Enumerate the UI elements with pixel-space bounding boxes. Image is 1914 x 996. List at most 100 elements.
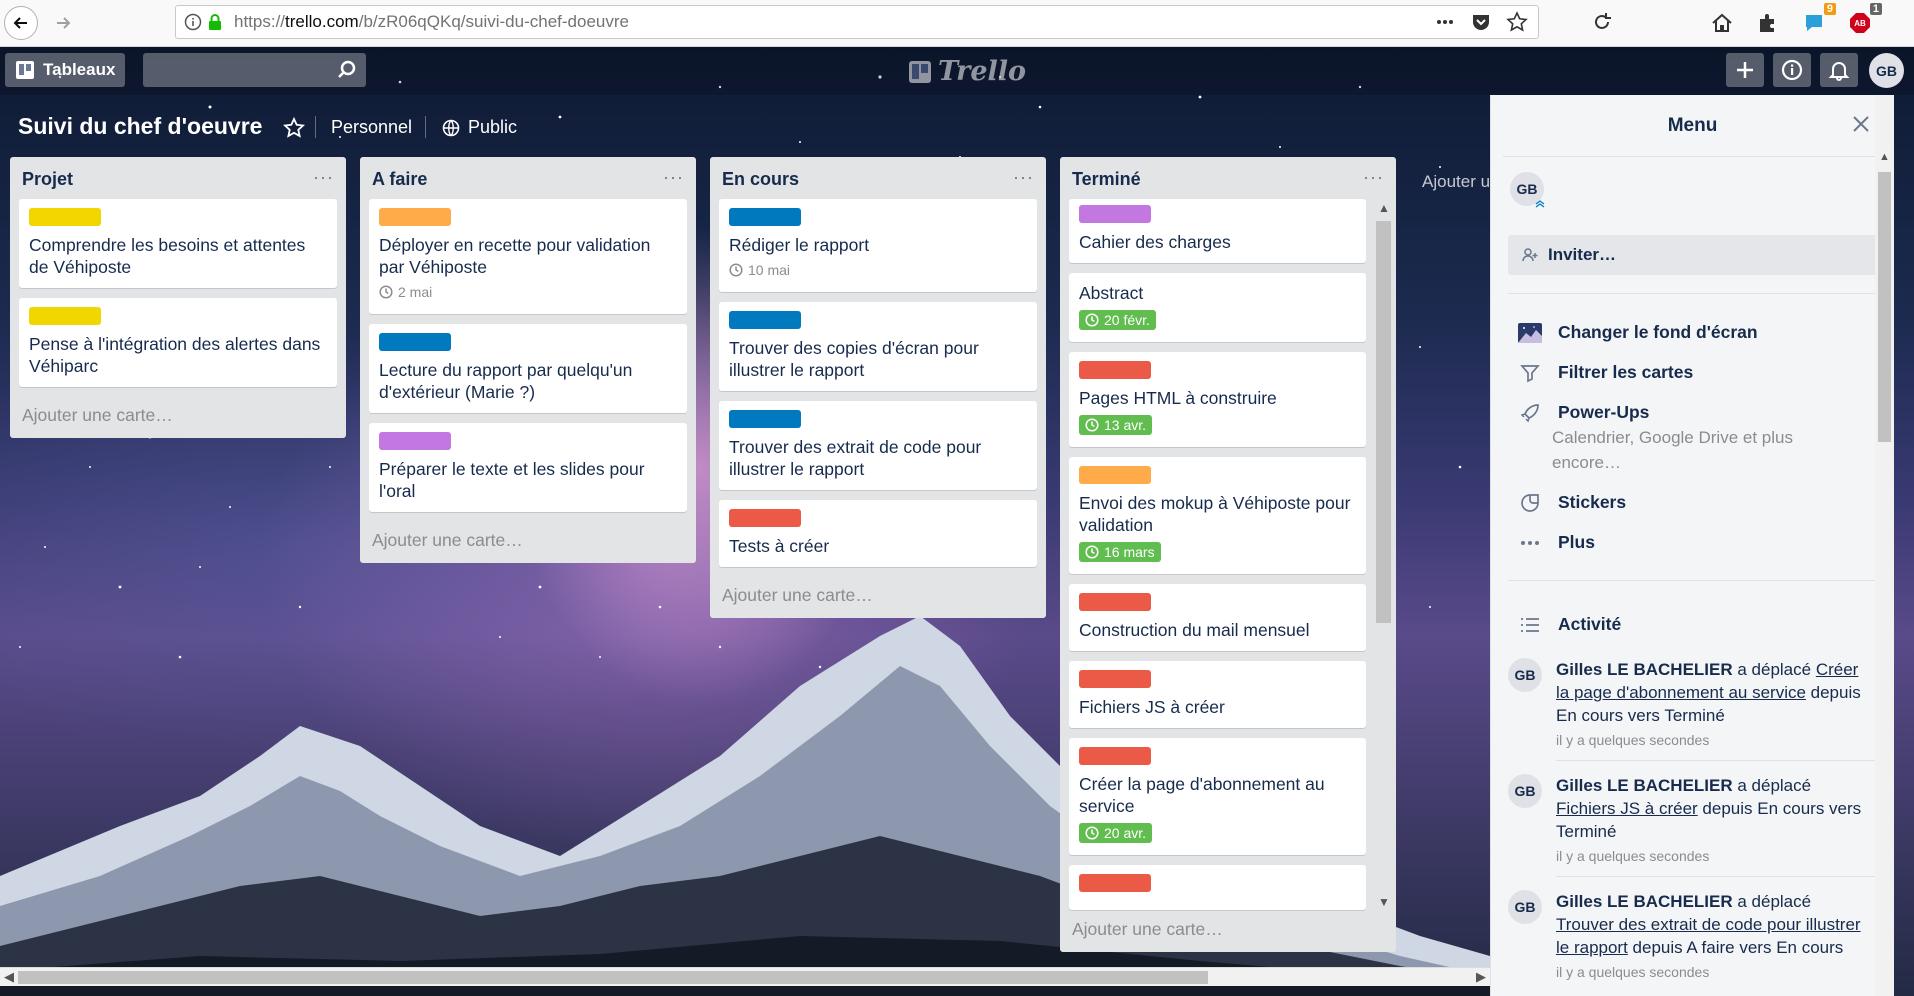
- admin-chevron-icon: [1535, 200, 1545, 208]
- card[interactable]: Pages HTML à construire 13 avr.: [1069, 352, 1366, 447]
- list-header[interactable]: Terminé ···: [1060, 157, 1396, 199]
- card[interactable]: Construction du mail mensuel: [1069, 584, 1366, 651]
- add-card-button[interactable]: Ajouter une carte…: [710, 577, 1046, 618]
- visibility-button[interactable]: Public: [442, 117, 517, 138]
- menu-item-filter[interactable]: Filtrer les cartes: [1518, 362, 1693, 384]
- card[interactable]: [1069, 865, 1366, 910]
- notifications-button[interactable]: [1820, 53, 1858, 87]
- trello-logo[interactable]: Trello: [908, 56, 1026, 87]
- pocket-icon[interactable]: [1470, 11, 1492, 33]
- scrollbar-thumb[interactable]: [18, 971, 1208, 984]
- back-button[interactable]: [4, 6, 38, 40]
- divider: [1556, 876, 1882, 877]
- scrollbar-thumb[interactable]: [1376, 221, 1391, 623]
- list-menu-icon[interactable]: ···: [1013, 167, 1034, 188]
- card[interactable]: Pense à l'intégration des alertes dans V…: [19, 298, 337, 387]
- menu-item-background[interactable]: Changer le fond d'écran: [1518, 322, 1758, 344]
- list-header[interactable]: Projet ···: [10, 157, 346, 199]
- search-icon[interactable]: [336, 59, 358, 81]
- list-title[interactable]: Terminé: [1072, 169, 1384, 190]
- card[interactable]: Envoi des mokup à Véhiposte pour validat…: [1069, 457, 1366, 574]
- search-field[interactable]: [143, 53, 366, 87]
- notification-extension-icon[interactable]: 9: [1800, 3, 1836, 37]
- team-button[interactable]: Personnel: [331, 117, 412, 138]
- card[interactable]: Préparer le texte et les slides pour l'o…: [369, 423, 687, 512]
- card[interactable]: Lecture du rapport par quelqu'un d'extér…: [369, 324, 687, 413]
- search-input[interactable]: [143, 53, 323, 87]
- card[interactable]: Tests à créer: [719, 500, 1037, 567]
- filter-icon: [1518, 362, 1542, 384]
- list-title[interactable]: Projet: [22, 169, 334, 190]
- add-card-button[interactable]: Ajouter une carte…: [360, 522, 696, 563]
- add-list-button[interactable]: Ajouter u: [1422, 172, 1490, 192]
- add-button[interactable]: [1726, 53, 1764, 87]
- activity-header[interactable]: Activité: [1518, 614, 1621, 636]
- menu-scrollbar[interactable]: ▲: [1875, 95, 1894, 996]
- rocket-icon: [1518, 402, 1542, 424]
- activity-card-link[interactable]: Fichiers JS à créer: [1556, 799, 1698, 818]
- card[interactable]: Créer la page d'abonnement au service 20…: [1069, 738, 1366, 855]
- list-menu-icon[interactable]: ···: [1363, 167, 1384, 188]
- member-avatar[interactable]: GB: [1869, 53, 1904, 88]
- boards-icon: [16, 61, 34, 79]
- adblock-icon[interactable]: AB 1: [1846, 3, 1882, 37]
- list-en-cours: En cours ··· Rédiger le rapport 10 mai T…: [710, 157, 1046, 618]
- list-title[interactable]: En cours: [722, 169, 1034, 190]
- due-date-text: 2 mai: [398, 284, 433, 300]
- scroll-up-icon[interactable]: ▲: [1378, 201, 1390, 215]
- activity-user[interactable]: Gilles LE BACHELIER: [1556, 776, 1733, 795]
- member-avatar[interactable]: GB: [1508, 658, 1542, 692]
- list-menu-icon[interactable]: ···: [663, 167, 684, 188]
- close-icon[interactable]: [1850, 113, 1872, 135]
- member-avatar[interactable]: GB: [1508, 890, 1542, 924]
- address-bar[interactable]: https://trello.com/b/zR06qQKq/suivi-du-c…: [175, 5, 1539, 39]
- star-icon[interactable]: [283, 117, 305, 139]
- list-title[interactable]: A faire: [372, 169, 684, 190]
- forward-button[interactable]: [46, 6, 80, 40]
- card[interactable]: Abstract 20 févr.: [1069, 273, 1366, 342]
- card[interactable]: Cahier des charges: [1069, 199, 1366, 263]
- menu-item-label: Filtrer les cartes: [1558, 362, 1694, 382]
- card[interactable]: Trouver des copies d'écran pour illustre…: [719, 302, 1037, 391]
- scroll-right-icon[interactable]: ▶: [1476, 969, 1486, 985]
- boards-button[interactable]: Tableaux: [5, 53, 126, 87]
- card[interactable]: Trouver des extrait de code pour illustr…: [719, 401, 1037, 490]
- home-icon[interactable]: [1708, 9, 1736, 37]
- activity-time[interactable]: il y a quelques secondes: [1556, 845, 1868, 868]
- list-scrollbar[interactable]: ▲ ▼: [1374, 199, 1393, 911]
- list-menu-icon[interactable]: ···: [313, 167, 334, 188]
- activity-time[interactable]: il y a quelques secondes: [1556, 961, 1868, 984]
- board-title[interactable]: Suivi du chef d'oeuvre: [18, 113, 262, 140]
- scroll-left-icon[interactable]: ◀: [4, 969, 14, 985]
- page-actions-icon[interactable]: [1434, 11, 1456, 33]
- list-termine: Terminé ··· Cahier des charges Abstract …: [1060, 157, 1396, 952]
- menu-item-more[interactable]: Plus: [1518, 532, 1595, 554]
- board-horizontal-scrollbar[interactable]: ◀ ▶: [0, 967, 1490, 986]
- menu-item-stickers[interactable]: Stickers: [1518, 492, 1626, 514]
- activity-time[interactable]: il y a quelques secondes: [1556, 729, 1868, 752]
- invite-button[interactable]: Inviter…: [1508, 235, 1882, 275]
- info-icon[interactable]: [184, 13, 202, 31]
- activity-user[interactable]: Gilles LE BACHELIER: [1556, 892, 1733, 911]
- scroll-down-icon[interactable]: ▼: [1378, 895, 1390, 909]
- menu-item-label: Plus: [1558, 532, 1595, 552]
- add-card-button[interactable]: Ajouter une carte…: [10, 397, 346, 438]
- list-header[interactable]: A faire ···: [360, 157, 696, 199]
- extensions-icon[interactable]: [1754, 9, 1782, 37]
- card[interactable]: Comprendre les besoins et attentes de Vé…: [19, 199, 337, 288]
- info-button[interactable]: [1773, 53, 1811, 87]
- menu-item-power-ups[interactable]: Power-Ups Calendrier, Google Drive et pl…: [1518, 402, 1832, 475]
- activity-user[interactable]: Gilles LE BACHELIER: [1556, 660, 1733, 679]
- list-header[interactable]: En cours ···: [710, 157, 1046, 199]
- more-icon: [1518, 532, 1542, 554]
- scroll-up-icon[interactable]: ▲: [1879, 151, 1890, 163]
- card[interactable]: Rédiger le rapport 10 mai: [719, 199, 1037, 292]
- member-avatar[interactable]: GB: [1508, 774, 1542, 808]
- card[interactable]: Déployer en recette pour validation par …: [369, 199, 687, 314]
- scrollbar-thumb[interactable]: [1878, 172, 1891, 442]
- card[interactable]: Fichiers JS à créer: [1069, 661, 1366, 728]
- add-card-button[interactable]: Ajouter une carte…: [1060, 911, 1396, 952]
- bookmark-star-icon[interactable]: [1506, 11, 1528, 33]
- due-date-text: 20 févr.: [1104, 312, 1150, 328]
- reload-icon[interactable]: [1588, 8, 1616, 36]
